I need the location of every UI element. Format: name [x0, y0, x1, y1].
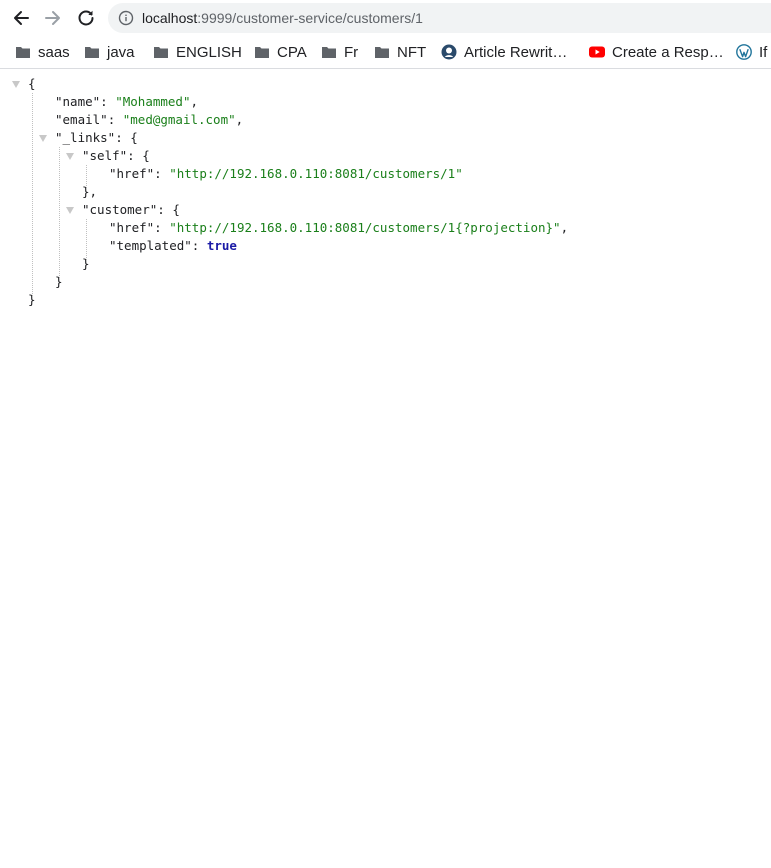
json-customer-href-row: "href": "http://192.168.0.110:8081/custo…: [109, 220, 569, 235]
back-button[interactable]: [7, 4, 35, 32]
youtube-icon: [589, 46, 605, 58]
address-bar[interactable]: localhost:9999/customer-service/customer…: [108, 3, 771, 33]
bookmark-label: Fr: [344, 43, 359, 61]
bookmark-label: If: [759, 43, 768, 61]
bookmark-label: NFT: [397, 43, 427, 61]
json-links-close: }: [55, 274, 63, 289]
bookmark-saas[interactable]: saas: [15, 41, 70, 63]
json-key: "self": [82, 148, 128, 163]
folder-icon: [375, 47, 389, 58]
bookmark-fr[interactable]: Fr: [321, 41, 358, 63]
reload-icon: [78, 10, 94, 26]
json-email-row: "email": "med@gmail.com",: [55, 112, 244, 127]
info-icon[interactable]: [118, 10, 134, 26]
json-value: "med@gmail.com": [122, 112, 236, 127]
bookmark-wordpress[interactable]: If: [736, 41, 767, 63]
json-key: "email": [55, 112, 108, 127]
json-key: "name": [55, 94, 101, 109]
json-links-row: "_links": {: [55, 130, 138, 145]
collapse-toggle-customer[interactable]: [66, 207, 74, 214]
bookmarks-bar: saas java ENGLISH CPA Fr NFT Article Rew…: [0, 36, 771, 69]
bookmark-nft[interactable]: NFT: [374, 41, 426, 63]
collapse-toggle-root[interactable]: [12, 81, 20, 88]
folder-icon: [154, 47, 168, 58]
collapse-toggle-links[interactable]: [39, 135, 47, 142]
bookmark-label: CPA: [277, 43, 307, 61]
folder-icon: [322, 47, 336, 58]
forward-arrow-icon: [45, 11, 60, 25]
bookmark-create-a-resp[interactable]: Create a Resp…: [589, 41, 724, 63]
bookmark-article-rewriter[interactable]: Article Rewrit…: [441, 41, 567, 63]
json-value: "Mohammed": [115, 94, 191, 109]
url-text[interactable]: localhost:9999/customer-service/customer…: [142, 3, 423, 33]
browser-toolbar: localhost:9999/customer-service/customer…: [0, 0, 771, 36]
forward-button[interactable]: [39, 4, 67, 32]
json-customer-row: "customer": {: [82, 202, 180, 217]
url-host: localhost: [142, 10, 198, 26]
indent-guide: [32, 93, 33, 296]
json-key: "href": [109, 220, 155, 235]
json-templated-row: "templated": true: [109, 238, 237, 253]
collapse-toggle-self[interactable]: [66, 153, 74, 160]
back-arrow-icon: [14, 11, 29, 25]
bookmark-english[interactable]: ENGLISH: [153, 41, 242, 63]
json-self-href-row: "href": "http://192.168.0.110:8081/custo…: [109, 166, 463, 181]
json-key: "customer": [82, 202, 158, 217]
json-close-brace: }: [28, 292, 36, 307]
indent-guide: [59, 147, 60, 278]
bookmark-java[interactable]: java: [84, 41, 135, 63]
bookmark-label: Create a Resp…: [612, 43, 724, 61]
bookmark-label: java: [107, 43, 135, 61]
json-value: "http://192.168.0.110:8081/customers/1": [169, 166, 463, 181]
bookmark-label: ENGLISH: [176, 43, 242, 61]
bookmark-label: Article Rewrit…: [464, 43, 568, 61]
json-customer-close: }: [82, 256, 90, 271]
folder-icon: [255, 47, 269, 58]
folder-icon: [16, 47, 30, 58]
json-value: true: [206, 238, 237, 253]
folder-icon: [85, 47, 99, 58]
indent-guide: [86, 219, 87, 260]
json-self-row: "self": {: [82, 148, 150, 163]
url-path: :9999/customer-service/customers/1: [197, 10, 423, 26]
bookmark-cpa[interactable]: CPA: [254, 41, 307, 63]
bookmark-label: saas: [38, 43, 70, 61]
json-key: "_links": [55, 130, 116, 145]
reload-button[interactable]: [72, 4, 100, 32]
json-key: "href": [109, 166, 155, 181]
article-rewriter-icon: [441, 44, 457, 60]
json-open-brace: {: [28, 76, 36, 91]
json-key: "templated": [109, 238, 192, 253]
json-name-row: "name": "Mohammed",: [55, 94, 199, 109]
json-value: "http://192.168.0.110:8081/customers/1{?…: [169, 220, 561, 235]
wordpress-icon: [736, 44, 752, 60]
json-self-close: },: [82, 184, 98, 199]
